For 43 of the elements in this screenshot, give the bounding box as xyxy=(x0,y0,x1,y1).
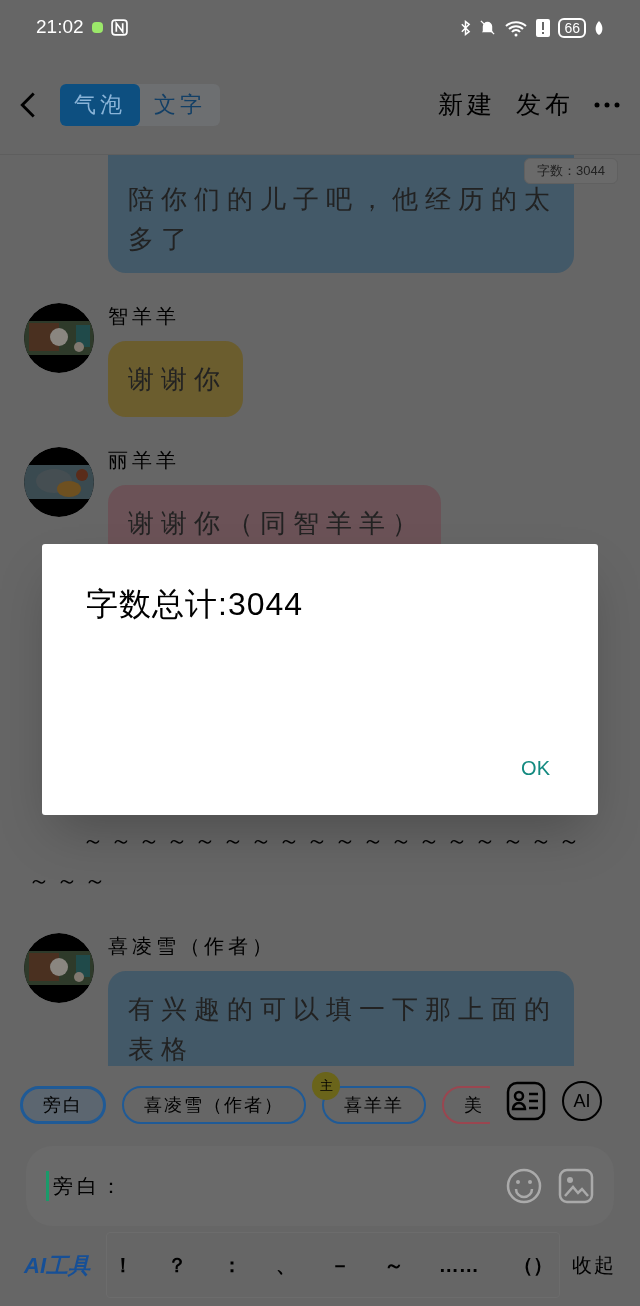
punctuation-key[interactable]: 、 xyxy=(273,1250,298,1280)
view-tab[interactable]: 气泡 xyxy=(60,83,140,126)
back-icon[interactable] xyxy=(20,90,36,119)
ai-button[interactable]: AI xyxy=(562,1081,602,1121)
speaker-name: 智羊羊 xyxy=(108,304,180,329)
dialog-message: 字数总计:3044 xyxy=(86,585,305,624)
leaf-icon xyxy=(594,19,604,36)
punctuation-key[interactable]: － xyxy=(328,1250,353,1280)
punctuation-key[interactable]: …… xyxy=(436,1250,481,1280)
emoji-icon[interactable] xyxy=(506,1168,542,1204)
alert-icon xyxy=(536,18,551,37)
role-chip[interactable]: 旁白 xyxy=(20,1086,106,1124)
punctuation-key[interactable]: ： xyxy=(219,1250,244,1280)
input-bar[interactable]: 旁白： xyxy=(26,1146,614,1226)
image-icon[interactable] xyxy=(558,1168,594,1204)
role-chip[interactable]: 喜凌雪（作者） xyxy=(122,1086,306,1124)
narration-text: ～～～～～～～～～～～～～～～～～～～～～ xyxy=(28,827,587,895)
n-icon xyxy=(110,19,128,36)
app-icon xyxy=(91,22,103,33)
speaker-name: 喜凌雪（作者） xyxy=(108,934,276,959)
battery-indicator: 66 xyxy=(558,17,586,38)
role-chip[interactable]: 美 xyxy=(442,1086,490,1124)
message-bubble: 有兴趣的可以填一下那上面的表格 xyxy=(108,971,574,1066)
punctuation-key[interactable]: ？ xyxy=(165,1250,190,1280)
speaker-name: 丽羊羊 xyxy=(108,448,180,473)
punctuation-key[interactable]: （） xyxy=(510,1250,555,1280)
header-action[interactable]: 发布 xyxy=(516,85,574,124)
muted-bell-icon xyxy=(479,19,497,36)
message-bubble: 谢谢你 xyxy=(108,341,243,417)
punctuation-key[interactable]: ～ xyxy=(382,1250,407,1280)
more-icon[interactable] xyxy=(594,101,620,108)
header-action[interactable]: 新建 xyxy=(438,85,496,124)
main-role-badge: 主 xyxy=(312,1072,340,1100)
view-tab[interactable]: 文字 xyxy=(140,83,220,126)
contact-card-icon[interactable] xyxy=(506,1081,546,1121)
wifi-icon xyxy=(504,18,529,37)
punctuation-key[interactable]: ！ xyxy=(111,1250,135,1280)
message-input[interactable]: 旁白： xyxy=(46,1171,490,1201)
bluetooth-icon xyxy=(460,18,472,37)
word-count-badge: 字数：3044 xyxy=(524,158,618,184)
status-time: 21:02 xyxy=(36,15,84,40)
collapse-button[interactable]: 收起 xyxy=(572,1250,616,1280)
ok-button[interactable]: OK xyxy=(521,753,550,783)
